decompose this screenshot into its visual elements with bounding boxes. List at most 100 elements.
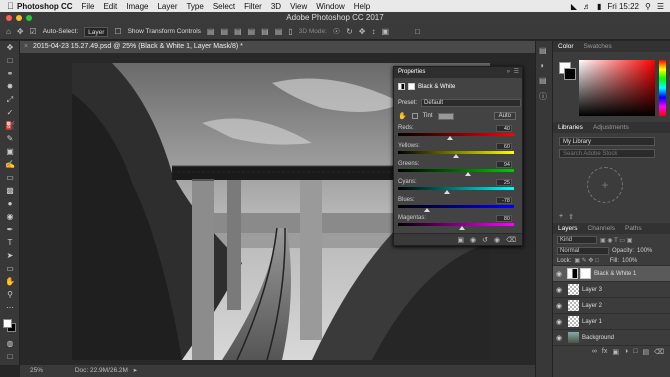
align-left-icon[interactable]: ▤ bbox=[248, 27, 256, 36]
quick-mask-icon[interactable]: ◍ bbox=[4, 338, 16, 350]
move-tool-icon[interactable]: ✥ bbox=[17, 27, 24, 36]
visibility-eye-icon[interactable]: ◉ bbox=[553, 334, 565, 342]
history-brush-tool-icon[interactable]: ✍ bbox=[4, 159, 16, 171]
slider-knob[interactable] bbox=[443, 190, 450, 194]
menu-app[interactable]: Photoshop CC bbox=[17, 2, 73, 11]
menu-filter[interactable]: Filter bbox=[244, 2, 262, 11]
tab-libraries[interactable]: Libraries bbox=[553, 124, 588, 131]
volume-icon[interactable]: ♬ bbox=[583, 2, 591, 11]
align-middle-icon[interactable]: ▤ bbox=[220, 27, 228, 36]
slider-track[interactable] bbox=[398, 223, 514, 226]
workspace-icon[interactable]: □ bbox=[415, 27, 420, 36]
visibility-eye-icon[interactable]: ◉ bbox=[553, 286, 565, 294]
slider-track[interactable] bbox=[398, 205, 514, 208]
checkbox-icon[interactable]: ☐ bbox=[114, 27, 121, 36]
menu-image[interactable]: Image bbox=[126, 2, 148, 11]
gradient-tool-icon[interactable]: ▩ bbox=[4, 185, 16, 197]
path-select-tool-icon[interactable]: ➤ bbox=[4, 250, 16, 262]
slider-knob[interactable] bbox=[447, 136, 454, 140]
auto-select-dropdown[interactable]: Layer bbox=[84, 26, 109, 37]
blend-mode-dropdown[interactable]: Normal bbox=[557, 247, 609, 255]
adjustments-icon[interactable]: ◑ bbox=[539, 61, 549, 71]
menu-window[interactable]: Window bbox=[316, 2, 344, 11]
minimize-window-button[interactable] bbox=[16, 15, 22, 21]
search-icon[interactable]: ⚲ bbox=[645, 2, 651, 11]
document-tab[interactable]: × 2015-04-23 15.27.49.psd @ 25% (Black &… bbox=[20, 41, 535, 53]
fill-value[interactable]: 100% bbox=[622, 258, 637, 264]
collapse-icon[interactable]: » bbox=[507, 67, 510, 78]
screen-mode-icon[interactable]: □ bbox=[4, 351, 16, 363]
align-top-icon[interactable]: ▤ bbox=[207, 27, 215, 36]
slider-knob[interactable] bbox=[464, 172, 471, 176]
hue-slider[interactable] bbox=[659, 60, 666, 116]
layer-row[interactable]: ◉ Layer 2 bbox=[553, 297, 670, 313]
clip-to-layer-icon[interactable]: ▣ bbox=[457, 236, 464, 244]
slider-1[interactable]: Yellows: 60 bbox=[398, 143, 520, 158]
stamp-tool-icon[interactable]: ▣ bbox=[4, 146, 16, 158]
tab-paths[interactable]: Paths bbox=[620, 225, 647, 232]
align-center-icon[interactable]: ▤ bbox=[261, 27, 269, 36]
distribute-icon[interactable]: ▯ bbox=[288, 27, 292, 36]
tab-color[interactable]: Color bbox=[553, 43, 579, 50]
delete-layer-icon[interactable]: ⌫ bbox=[654, 348, 664, 356]
shape-tool-icon[interactable]: ▭ bbox=[4, 263, 16, 275]
quick-select-tool-icon[interactable]: ✸ bbox=[4, 81, 16, 93]
add-icon[interactable]: + bbox=[559, 213, 563, 221]
apple-icon[interactable]:  bbox=[7, 1, 17, 11]
visibility-eye-icon[interactable]: ◉ bbox=[553, 302, 565, 310]
close-tab-icon[interactable]: × bbox=[24, 43, 28, 50]
background-swatch[interactable] bbox=[564, 68, 576, 80]
tab-swatches[interactable]: Swatches bbox=[579, 43, 617, 50]
menu-type[interactable]: Type bbox=[186, 2, 203, 11]
adjustment-icon[interactable] bbox=[398, 83, 405, 90]
crop-tool-icon[interactable]: ⤢ bbox=[4, 94, 16, 106]
clock-text[interactable]: Fri 15:22 bbox=[607, 2, 639, 11]
reset-icon[interactable]: ↺ bbox=[482, 236, 488, 244]
checkbox-checked-icon[interactable]: ☑ bbox=[30, 27, 37, 36]
zoom-tool-icon[interactable]: ⚲ bbox=[4, 289, 16, 301]
lock-icons[interactable]: ▣ ✎ ✥ □ bbox=[574, 257, 598, 264]
slider-5[interactable]: Magentas: 80 bbox=[398, 215, 520, 230]
menu-help[interactable]: Help bbox=[354, 2, 370, 11]
menu-layer[interactable]: Layer bbox=[157, 2, 177, 11]
menu-file[interactable]: File bbox=[82, 2, 95, 11]
preset-dropdown[interactable]: Default bbox=[421, 99, 522, 107]
visibility-eye-icon[interactable]: ◉ bbox=[553, 318, 565, 326]
link-layers-icon[interactable]: ∞ bbox=[592, 348, 597, 355]
layer-row[interactable]: ◉ Background bbox=[553, 329, 670, 345]
blur-tool-icon[interactable]: ● bbox=[4, 198, 16, 210]
layer-mask-thumbnail[interactable] bbox=[580, 268, 591, 279]
slider-value[interactable]: 94 bbox=[496, 161, 512, 168]
3d-scale-icon[interactable]: ▣ bbox=[381, 27, 389, 36]
hand-tool-icon[interactable]: ✋ bbox=[4, 276, 16, 288]
3d-orbit-icon[interactable]: ☉ bbox=[333, 27, 340, 36]
3d-roll-icon[interactable]: ↻ bbox=[346, 27, 353, 36]
color-swatches-icon[interactable] bbox=[2, 318, 18, 334]
slider-value[interactable]: -78 bbox=[496, 197, 512, 204]
properties-header[interactable]: Properties » ☰ bbox=[394, 67, 522, 78]
new-group-icon[interactable]: □ bbox=[633, 348, 637, 355]
tint-checkbox[interactable] bbox=[411, 113, 418, 119]
menu-list-icon[interactable]: ☰ bbox=[657, 2, 664, 11]
healing-tool-icon[interactable]: ⛽ bbox=[4, 120, 16, 132]
opacity-value[interactable]: 100% bbox=[637, 248, 652, 254]
slider-track[interactable] bbox=[398, 133, 514, 136]
3d-slide-icon[interactable]: ↕ bbox=[371, 27, 375, 36]
brush-tool-icon[interactable]: ✎ bbox=[4, 133, 16, 145]
lasso-tool-icon[interactable]: ⚭ bbox=[4, 68, 16, 80]
slider-knob[interactable] bbox=[453, 154, 459, 158]
zoom-window-button[interactable] bbox=[26, 15, 32, 21]
visibility-eye-icon[interactable]: ◉ bbox=[553, 270, 565, 278]
stock-search-input[interactable]: Search Adobe Stock bbox=[559, 149, 655, 158]
wifi-icon[interactable]: ◣ bbox=[571, 2, 577, 11]
layer-row[interactable]: ◉ Black & White 1 bbox=[553, 265, 670, 281]
layer-row[interactable]: ◉ Layer 1 bbox=[553, 313, 670, 329]
close-window-button[interactable] bbox=[6, 15, 12, 21]
fx-icon[interactable]: fx bbox=[602, 348, 607, 355]
menu-select[interactable]: Select bbox=[213, 2, 235, 11]
auto-button[interactable]: Auto bbox=[493, 112, 516, 120]
dodge-tool-icon[interactable]: ◉ bbox=[4, 211, 16, 223]
mask-icon[interactable] bbox=[408, 83, 415, 90]
color-field[interactable] bbox=[579, 60, 655, 116]
slider-0[interactable]: Reds: 40 bbox=[398, 125, 520, 140]
